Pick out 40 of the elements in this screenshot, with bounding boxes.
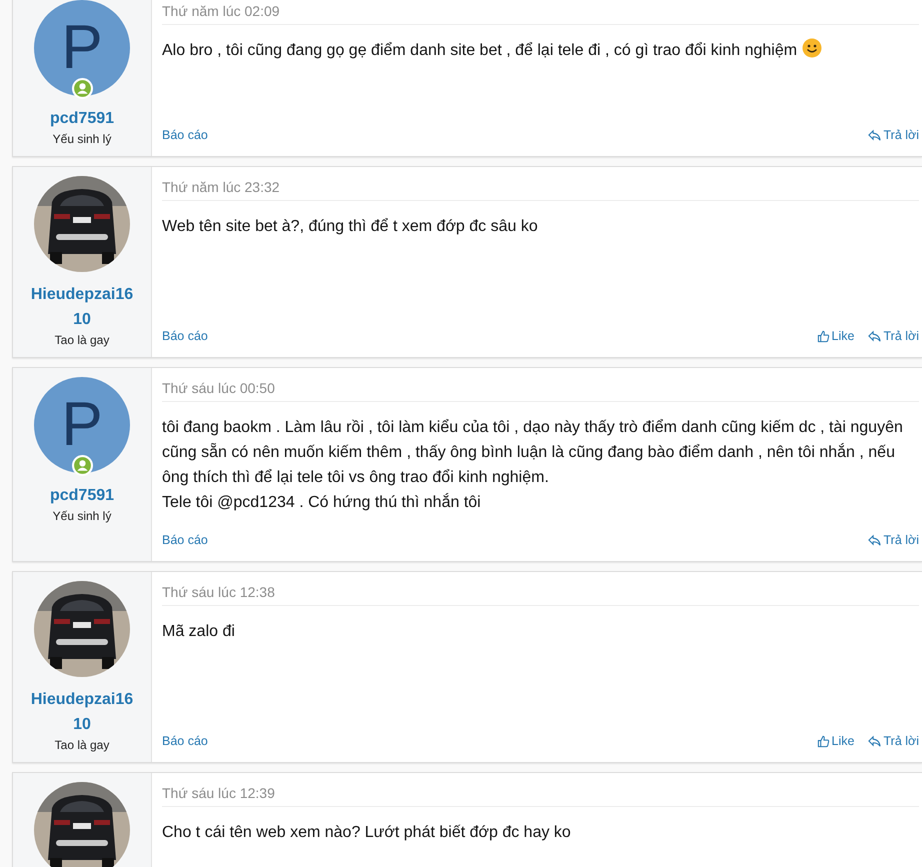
report-link[interactable]: Báo cáo: [162, 329, 208, 343]
message-text: Mã zalo đi: [162, 622, 236, 642]
message-text: Tele tôi @pcd1234 . Có hứng thú thì nhắn tôi: [162, 492, 482, 513]
user-title: Tao là gay: [54, 333, 110, 347]
username-link[interactable]: Hieudepzai1610: [27, 282, 137, 332]
report-link[interactable]: Báo cáo: [162, 128, 208, 142]
post-date[interactable]: Thứ sáu lúc 00:50: [162, 368, 919, 402]
user-title: Yếu sinh lý: [52, 509, 112, 523]
reply-link[interactable]: Trả lời: [868, 128, 919, 142]
post-date[interactable]: Thứ năm lúc 23:32: [162, 167, 919, 201]
like-link[interactable]: Like: [816, 734, 854, 748]
user-title: Yếu sinh lý: [52, 132, 112, 146]
message-text: tôi đang baokm . Làm lâu rồi , tôi làm kiểu của tôi , dạo này thấy trò điểm danh cũng kiếm dc , tài nguyên cũng sẵn có nên muốn kiếm thêm , thấy ông bình luận là cũng đang bào điểm danh , nên tôi nhắn , nếu ông thích thì để lại tele tôi vs ông trao đổi kinh nghiệm.: [162, 418, 904, 488]
user-avatar[interactable]: P: [34, 377, 130, 473]
report-link[interactable]: Báo cáo: [162, 734, 208, 748]
online-badge-icon: [72, 78, 93, 99]
username-link[interactable]: Hieudepzai1610: [27, 687, 137, 737]
reply-icon: [868, 534, 882, 546]
online-badge-icon: [72, 455, 93, 476]
username-link[interactable]: pcd7591: [27, 483, 137, 508]
reply-link[interactable]: Trả lời: [868, 734, 919, 748]
reply-link[interactable]: Trả lời: [868, 533, 919, 547]
post-date[interactable]: Thứ sáu lúc 12:39: [162, 773, 919, 807]
username-link[interactable]: pcd7591: [27, 106, 137, 131]
reply-icon: [868, 128, 882, 142]
message-text: Web tên site bet à?, đúng thì để t xem đớp đc sâu ko: [162, 217, 539, 237]
thumbs-up-icon: [816, 734, 830, 748]
user-title: Tao là gay: [54, 738, 110, 752]
smiley-icon: [802, 38, 822, 58]
reply-icon: [868, 330, 882, 342]
thumbs-up-icon: [816, 330, 830, 342]
report-link[interactable]: Báo cáo: [162, 533, 208, 547]
post-date[interactable]: Thứ năm lúc 02:09: [162, 0, 919, 25]
reply-icon: [868, 734, 882, 748]
post-date[interactable]: Thứ sáu lúc 12:38: [162, 572, 919, 606]
reply-link[interactable]: Trả lời: [868, 329, 919, 343]
like-link[interactable]: Like: [816, 329, 854, 343]
message-text: Alo bro , tôi cũng đang gọ gẹ điểm danh site bet , để lại tele đi , có gì trao đổi kinh nghiệm: [162, 38, 919, 63]
message-text: Cho t cái tên web xem nào? Lướt phát biết đớp đc hay ko: [162, 823, 572, 843]
user-avatar[interactable]: P: [34, 0, 130, 96]
